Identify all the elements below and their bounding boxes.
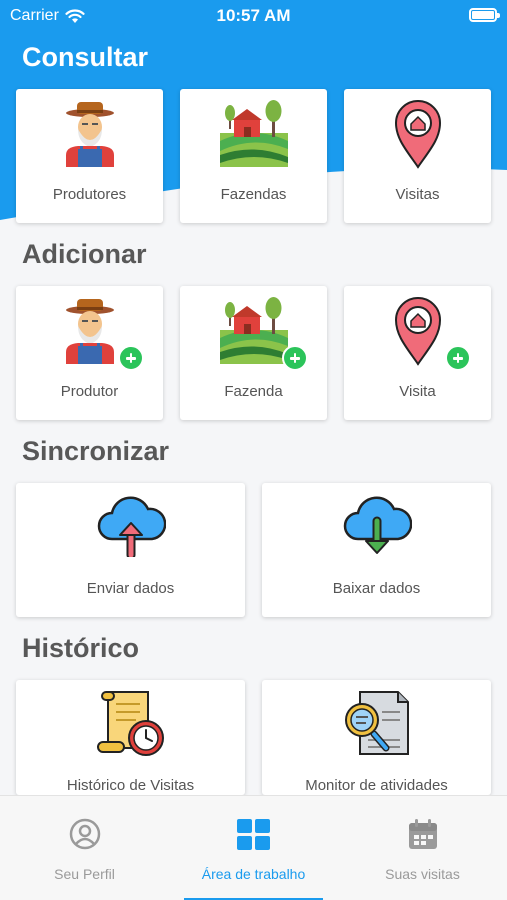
tab-label: Seu Perfil	[54, 866, 115, 882]
card-baixar-dados[interactable]: Baixar dados	[262, 483, 491, 617]
user-circle-icon	[69, 818, 101, 850]
farm-add-icon	[220, 297, 288, 364]
card-fazendas[interactable]: Fazendas	[180, 89, 327, 223]
farmer-add-icon	[66, 299, 114, 364]
card-label: Histórico de Visitas	[66, 777, 195, 794]
tab-label: Área de trabalho	[201, 866, 306, 882]
cloud-download-icon	[343, 496, 412, 554]
card-label: Monitor de atividades	[305, 777, 448, 794]
status-time: 10:57 AM	[216, 6, 291, 25]
section-title-adicionar: Adicionar	[22, 239, 147, 269]
cloud-upload-icon	[97, 496, 166, 557]
section-title-sincronizar: Sincronizar	[22, 436, 170, 466]
calendar-icon	[409, 819, 437, 849]
card-monitor-atividades[interactable]: Monitor de atividades	[262, 680, 491, 795]
card-label: Visita	[399, 383, 436, 400]
location-pin-icon	[394, 100, 442, 169]
card-label: Produtores	[52, 186, 127, 203]
card-label: Fazendas	[220, 186, 287, 203]
card-fazenda[interactable]: Fazenda	[180, 286, 327, 420]
farm-icon	[220, 100, 288, 167]
card-label: Fazenda	[224, 383, 283, 400]
tab-label: Suas visitas	[385, 866, 460, 882]
card-produtor[interactable]: Produtor	[16, 286, 163, 420]
card-label: Baixar dados	[332, 580, 421, 597]
card-visitas[interactable]: Visitas	[344, 89, 491, 223]
card-label: Enviar dados	[86, 580, 175, 597]
battery-icon	[469, 8, 500, 22]
card-visita[interactable]: Visita	[344, 286, 491, 420]
plus-icon	[282, 345, 308, 371]
section-title-consultar: Consultar	[22, 42, 149, 72]
plus-icon	[118, 345, 144, 371]
status-bar: Carrier 10:57 AM	[0, 0, 507, 32]
tab-area-de-trabalho[interactable]: Área de trabalho	[169, 796, 338, 900]
card-historico-visitas[interactable]: Histórico de Visitas	[16, 680, 245, 795]
plus-icon	[445, 345, 471, 371]
document-search-icon	[345, 691, 409, 755]
location-pin-add-icon	[394, 297, 442, 366]
section-title-historico: Histórico	[22, 633, 140, 663]
card-label: Produtor	[60, 383, 119, 400]
card-label: Visitas	[395, 186, 440, 203]
tab-seu-perfil[interactable]: Seu Perfil	[0, 796, 169, 900]
tab-bar: Seu Perfil Área de trabalho Suas visitas	[0, 795, 507, 900]
farmer-icon	[66, 102, 114, 167]
scroll-clock-icon	[97, 691, 164, 756]
grid-icon	[237, 819, 270, 850]
card-produtores[interactable]: Produtores	[16, 89, 163, 223]
card-enviar-dados[interactable]: Enviar dados	[16, 483, 245, 617]
tab-suas-visitas[interactable]: Suas visitas	[338, 796, 507, 900]
